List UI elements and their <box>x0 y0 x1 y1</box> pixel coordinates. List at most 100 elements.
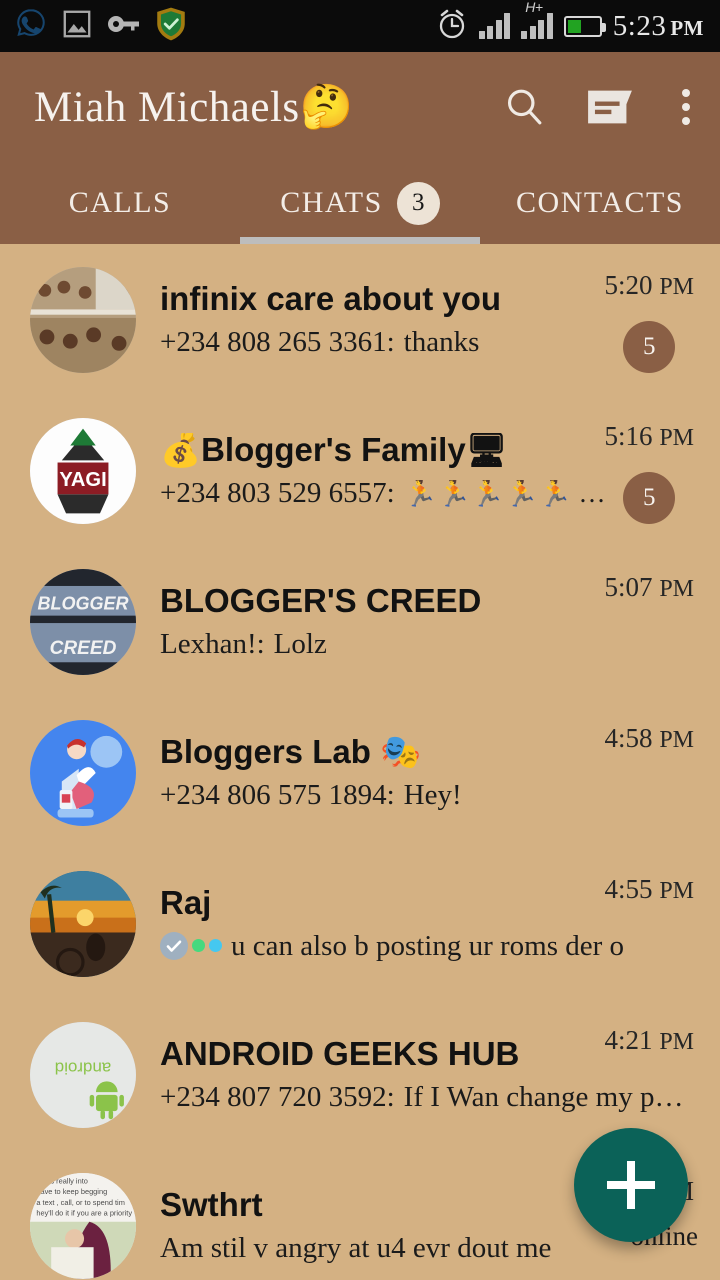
tab-chats-badge: 3 <box>396 181 440 225</box>
avatar[interactable]: ne is really into have to keep begging a… <box>30 1172 136 1279</box>
svg-text:android: android <box>55 1058 112 1077</box>
tab-chats-label: CHATS <box>280 186 383 219</box>
chat-timestamp-meridiem: PM <box>659 425 694 451</box>
sunset-beach-photo-icon <box>30 870 136 977</box>
clock-time: 5:23 <box>612 9 667 42</box>
chat-timestamp-meridiem: PM <box>659 727 694 753</box>
chat-item-meta: 5:20 PM 5 <box>605 270 694 373</box>
search-icon[interactable] <box>502 85 546 129</box>
signal-icon <box>478 13 511 39</box>
android-logo-icon: android <box>30 1021 136 1128</box>
chat-preview-sender: +234 807 720 3592: <box>160 1081 395 1113</box>
unread-badge: 5 <box>623 472 676 524</box>
battery-icon <box>563 15 606 37</box>
chat-list-item[interactable]: BLOGGER CREED BLOGGER'S CREED Lexhan!: L… <box>0 546 720 697</box>
status-dot-cyan <box>209 939 222 953</box>
page-title: Miah Michaels🤔 <box>34 84 354 131</box>
whatsapp-icon <box>14 7 48 46</box>
overflow-menu-icon[interactable] <box>674 85 698 129</box>
status-bar-left-icons <box>14 6 188 47</box>
unread-badge: 5 <box>623 321 676 373</box>
chat-timestamp-meridiem: PM <box>659 274 694 300</box>
chat-list-item[interactable]: android ANDROID GEEKS HUB +234 807 720 3… <box>0 999 720 1150</box>
network-type-label: H+ <box>525 0 543 15</box>
shield-check-icon <box>154 6 188 47</box>
svg-text:YAGI: YAGI <box>59 468 106 490</box>
chat-list[interactable]: infinix care about you +234 808 265 3361… <box>0 244 720 1279</box>
chat-preview-sender: +234 803 529 6557: <box>160 477 395 509</box>
clock-meridiem: PM <box>670 15 704 40</box>
app-bar: Miah Michaels🤔 CALLS CHATS 3 CONTACTS <box>0 52 720 244</box>
chat-timestamp: 5:20 PM <box>605 270 694 301</box>
alarm-icon <box>436 8 468 45</box>
bloggers-creed-logo-icon: BLOGGER CREED <box>30 568 136 675</box>
chat-timestamp-time: 4:58 <box>604 723 653 753</box>
person-laptop-illustration-icon <box>30 719 136 826</box>
chat-list-item[interactable]: infinix care about you +234 808 265 3361… <box>0 244 720 395</box>
tab-calls[interactable]: CALLS <box>0 162 240 244</box>
status-bar: H+ 5:23 PM <box>0 0 720 52</box>
svg-text:hey'll do it if you are a prio: hey'll do it if you are a priority <box>36 1208 132 1217</box>
svg-text:ne is really into: ne is really into <box>38 1176 87 1185</box>
avatar[interactable] <box>30 266 136 373</box>
chat-timestamp-meridiem: PM <box>659 878 694 904</box>
active-tab-indicator <box>239 237 480 244</box>
status-bar-clock: 5:23 PM <box>613 10 704 43</box>
chat-preview-message: Hey! <box>403 779 462 811</box>
chat-preview-sender: +234 806 575 1894: <box>160 779 395 811</box>
avatar[interactable]: YAGI <box>30 417 136 524</box>
chat-preview-message: Am stil v angry at u4 evr dout me <box>160 1232 552 1264</box>
avatar[interactable]: android <box>30 1021 136 1128</box>
chat-timestamp-time: 5:07 <box>604 572 653 602</box>
chat-list-item[interactable]: Bloggers Lab 🎭 +234 806 575 1894: Hey! 4… <box>0 697 720 848</box>
chat-list-item[interactable]: Raj u can also b posting ur roms der o 4… <box>0 848 720 999</box>
chat-list-item[interactable]: YAGI 💰Blogger's Family🖥 +234 803 529 655… <box>0 395 720 546</box>
avatar[interactable]: BLOGGER CREED <box>30 568 136 675</box>
chat-item-meta: 4:21 PM <box>605 1025 694 1128</box>
tab-chats[interactable]: CHATS 3 <box>240 162 480 244</box>
svg-text:a text , call, or to spend tim: a text , call, or to spend tim <box>36 1197 125 1206</box>
chat-timestamp-time: 4:55 <box>604 874 653 904</box>
chat-item-meta: 5:16 PM 5 <box>605 421 694 524</box>
classroom-photo-icon <box>30 266 136 373</box>
chat-timestamp-time: 5:16 <box>604 421 653 451</box>
avatar[interactable] <box>30 719 136 826</box>
quote-photo-icon: ne is really into have to keep begging a… <box>30 1172 136 1279</box>
new-chat-fab[interactable] <box>574 1128 688 1242</box>
chat-item-meta: 4:55 PM <box>605 874 694 977</box>
chat-item-meta: 4:58 PM <box>605 723 694 826</box>
avatar[interactable] <box>30 870 136 977</box>
tab-contacts[interactable]: CONTACTS <box>480 162 720 244</box>
tab-calls-label: CALLS <box>68 186 172 219</box>
chat-timestamp-meridiem: PM <box>659 1029 694 1055</box>
status-dot-green <box>192 939 205 953</box>
chat-timestamp: 5:07 PM <box>605 572 694 603</box>
chat-preview-message: thanks <box>403 326 480 358</box>
chat-timestamp-time: 4:21 <box>604 1025 653 1055</box>
yagi-logo-icon: YAGI <box>30 417 136 524</box>
chat-timestamp: 4:21 PM <box>605 1025 694 1056</box>
read-receipt-icon <box>160 931 222 960</box>
key-icon <box>106 11 142 42</box>
chat-timestamp: 4:55 PM <box>605 874 694 905</box>
chat-preview-message: 🏃🏃🏃🏃🏃 … <box>403 479 606 507</box>
chat-preview-message: u can also b posting ur roms der o <box>231 930 625 962</box>
app-bar-top: Miah Michaels🤔 <box>0 52 720 162</box>
chat-preview-message: Lolz <box>273 628 327 660</box>
svg-text:BLOGGER: BLOGGER <box>37 593 128 613</box>
message-icon[interactable] <box>584 85 636 129</box>
app-bar-actions <box>502 85 698 129</box>
signal-h-plus-icon: H+ <box>521 0 553 39</box>
chat-timestamp: 4:58 PM <box>605 723 694 754</box>
svg-text:CREED: CREED <box>50 637 117 658</box>
status-bar-right-icons: H+ 5:23 PM <box>436 0 704 45</box>
svg-text:have to keep begging: have to keep begging <box>36 1187 107 1196</box>
chat-timestamp-time: 5:20 <box>604 270 653 300</box>
chat-item-meta: 5:07 PM <box>605 572 694 675</box>
chat-timestamp: 5:16 PM <box>605 421 694 452</box>
chat-preview-sender: Lexhan!: <box>160 628 265 660</box>
photo-icon <box>60 7 94 46</box>
tab-bar: CALLS CHATS 3 CONTACTS <box>0 162 720 244</box>
tab-contacts-label: CONTACTS <box>516 186 684 219</box>
chat-preview-sender: +234 808 265 3361: <box>160 326 395 358</box>
